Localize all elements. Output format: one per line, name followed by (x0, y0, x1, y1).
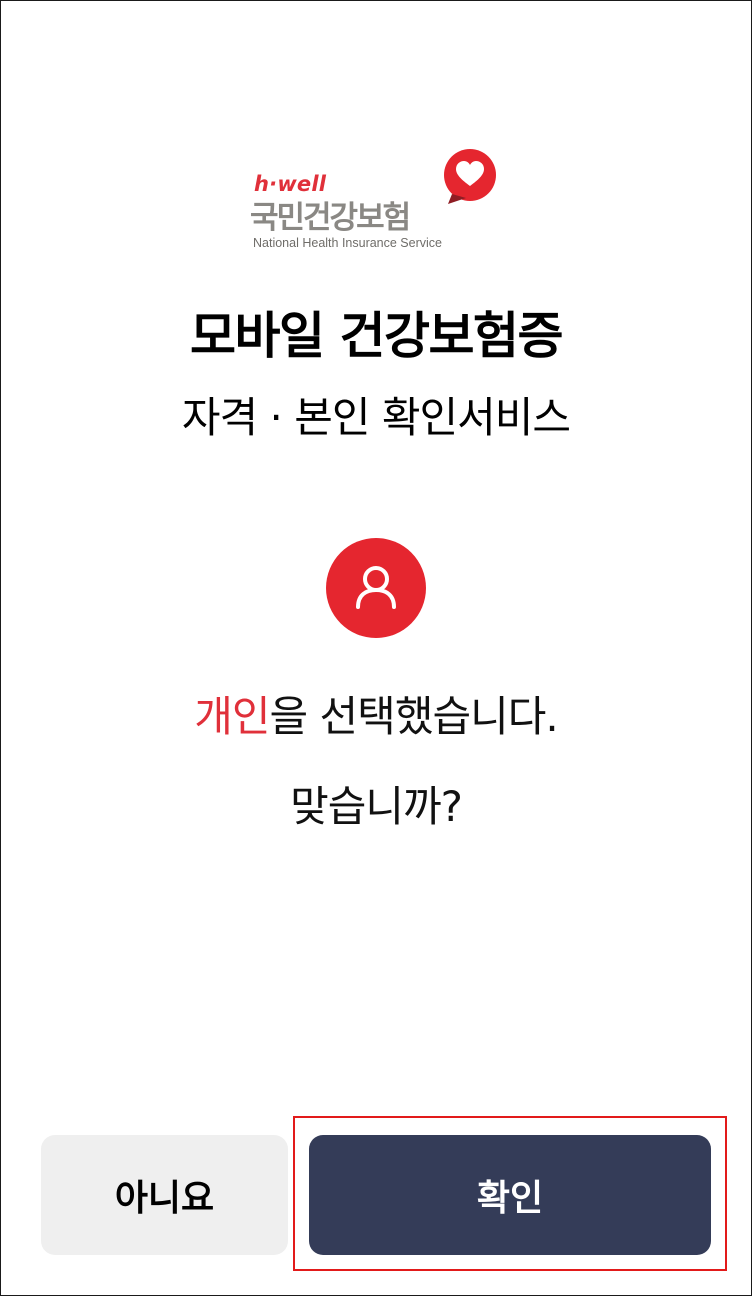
page-subtitle: 자격 · 본인 확인서비스 (181, 393, 571, 442)
page-title: 모바일 건강보험증 (190, 307, 563, 365)
person-icon (356, 566, 396, 609)
confirm-button[interactable]: 확인 (309, 1135, 711, 1255)
heart-speech-bubble-icon (444, 149, 496, 204)
selection-message-rest: 을 선택했습니다. (269, 692, 559, 741)
logo-english-name: National Health Insurance Service (253, 236, 442, 250)
logo-korean-name: 국민건강보험 (250, 200, 411, 236)
person-avatar (326, 538, 426, 638)
selection-highlight: 개인 (194, 692, 270, 741)
no-button[interactable]: 아니요 (41, 1135, 288, 1255)
selection-message: 개인을 선택했습니다. (0, 683, 752, 744)
confirm-question: 맞습니까? (290, 782, 463, 831)
nhis-logo: h·well 국민건강보험 National Health Insurance … (250, 148, 510, 258)
